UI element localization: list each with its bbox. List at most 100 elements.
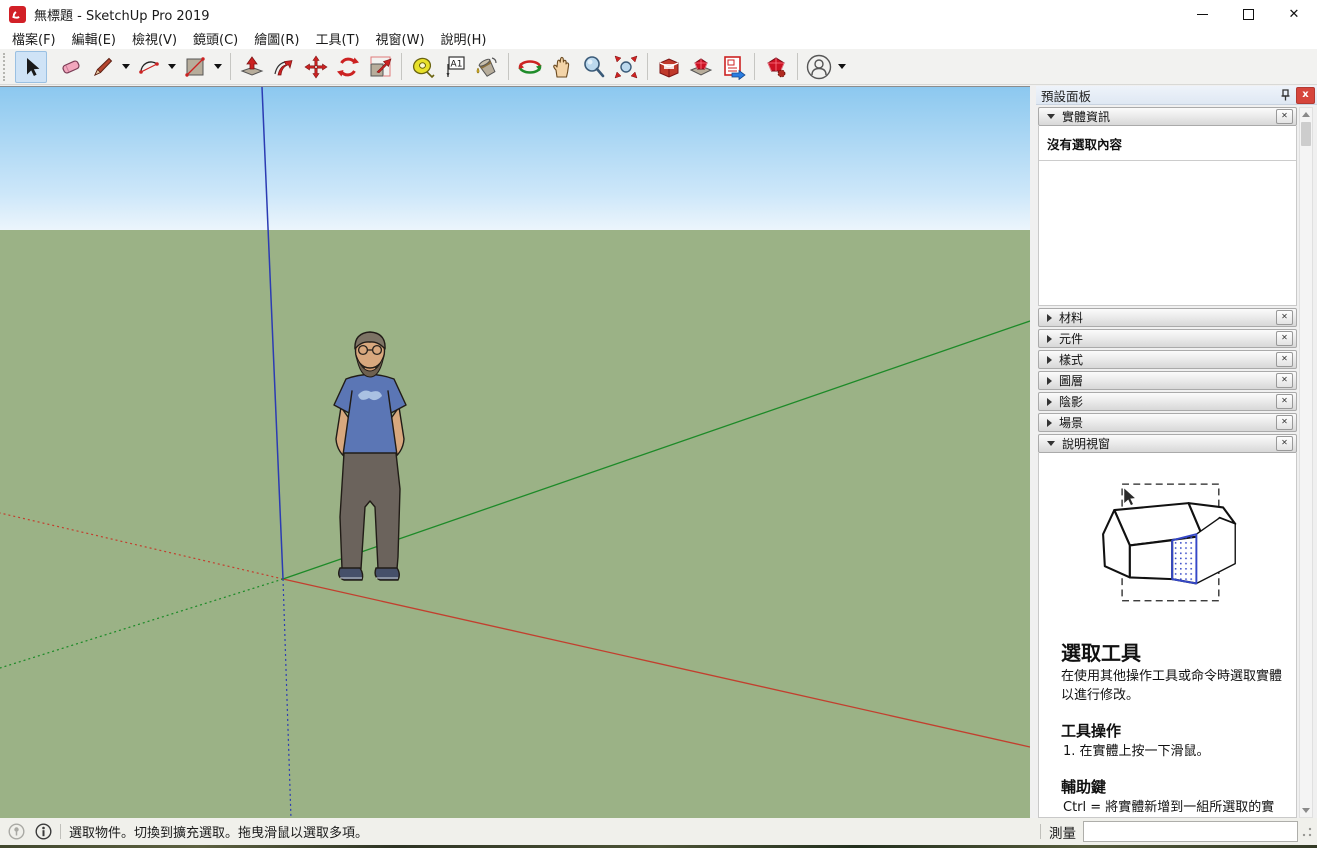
modeling-viewport[interactable] [0, 86, 1030, 819]
menu-camera[interactable]: 鏡頭(C) [185, 27, 246, 50]
section-label: 圖層 [1059, 372, 1276, 389]
instructor-title: 選取工具 [1061, 637, 1284, 666]
followme-tool-button[interactable] [268, 51, 300, 83]
toolbar-separator [797, 53, 798, 80]
panel-header: 預設面板 x [1036, 86, 1317, 105]
move-tool-button[interactable] [300, 51, 332, 83]
section-scenes[interactable]: 場景 ✕ [1038, 413, 1297, 432]
eraser-tool-button[interactable] [55, 51, 87, 83]
arc-tool-dropdown[interactable] [165, 52, 179, 82]
tape-measure-tool-button[interactable] [407, 51, 439, 83]
move-icon [303, 54, 329, 80]
paint-bucket-tool-button[interactable] [471, 51, 503, 83]
expand-triangle-icon [1047, 356, 1052, 364]
expand-triangle-icon [1047, 314, 1052, 322]
section-close-button[interactable]: ✕ [1276, 331, 1293, 346]
select-tool-illustration [1091, 467, 1281, 617]
scale-tool-button[interactable] [364, 51, 396, 83]
panel-close-button[interactable]: x [1296, 87, 1315, 104]
instructor-operation-step: 1. 在實體上按一下滑鼠。 [1063, 743, 1284, 762]
select-tool-button[interactable] [15, 51, 47, 83]
chevron-down-icon [838, 64, 846, 69]
panel-title: 預設面板 [1041, 86, 1276, 105]
sketchup-window: 無標題 - SketchUp Pro 2019 ✕ 檔案(F) 編輯(E) 檢視… [0, 0, 1317, 848]
section-close-button[interactable]: ✕ [1276, 415, 1293, 430]
section-close-button[interactable]: ✕ [1276, 436, 1293, 451]
default-panel-tray: 預設面板 x 實體資訊 ✕ 沒有選取內容 材料 ✕ [1036, 86, 1317, 818]
menu-view[interactable]: 檢視(V) [124, 27, 185, 50]
section-instructor[interactable]: 說明視窗 ✕ [1038, 434, 1297, 453]
close-button[interactable]: ✕ [1271, 0, 1317, 28]
3d-warehouse-icon [656, 54, 682, 80]
tape-measure-icon [410, 54, 436, 80]
pushpull-tool-button[interactable] [236, 51, 268, 83]
section-close-button[interactable]: ✕ [1276, 310, 1293, 325]
shape-tool-button[interactable] [179, 51, 211, 83]
zoom-extents-tool-button[interactable] [610, 51, 642, 83]
account-dropdown[interactable] [835, 52, 849, 82]
line-tool-dropdown[interactable] [119, 52, 133, 82]
menu-edit[interactable]: 編輯(E) [64, 27, 124, 50]
chevron-down-icon [168, 64, 176, 69]
section-label: 樣式 [1059, 351, 1276, 368]
section-close-button[interactable]: ✕ [1276, 352, 1293, 367]
shape-tool-dropdown[interactable] [211, 52, 225, 82]
menu-tools[interactable]: 工具(T) [307, 27, 367, 50]
section-components[interactable]: 元件 ✕ [1038, 329, 1297, 348]
section-close-button[interactable]: ✕ [1276, 394, 1293, 409]
orbit-tool-button[interactable] [514, 51, 546, 83]
menu-draw[interactable]: 繪圖(R) [246, 27, 307, 50]
resize-grip-icon[interactable] [1302, 827, 1312, 837]
section-label: 場景 [1059, 414, 1276, 431]
collapse-triangle-icon [1047, 114, 1055, 119]
menu-file[interactable]: 檔案(F) [4, 27, 64, 50]
statusbar-separator [60, 824, 61, 839]
scrollbar-thumb[interactable] [1301, 122, 1311, 146]
share-model-button[interactable] [685, 51, 717, 83]
zoom-tool-button[interactable] [578, 51, 610, 83]
instructor-description: 在使用其他操作工具或命令時選取實體以進行修改。 [1061, 668, 1284, 706]
rectangle-icon [182, 54, 208, 80]
auto-hide-button[interactable] [1276, 87, 1294, 103]
extension-warehouse-button[interactable] [760, 51, 792, 83]
rotate-tool-button[interactable] [332, 51, 364, 83]
measurements-input[interactable] [1083, 821, 1298, 842]
arc-tool-button[interactable] [133, 51, 165, 83]
toolbar-drag-handle[interactable] [3, 53, 9, 81]
scroll-down-arrow-icon[interactable] [1300, 804, 1312, 817]
expand-triangle-icon [1047, 377, 1052, 385]
credits-info-icon[interactable] [35, 823, 52, 840]
ground-plane [0, 230, 1030, 819]
arc-icon [136, 54, 162, 80]
section-close-button[interactable]: ✕ [1276, 373, 1293, 388]
sketchup-logo-icon [9, 6, 26, 23]
section-layers[interactable]: 圖層 ✕ [1038, 371, 1297, 390]
geolocation-icon[interactable] [8, 823, 25, 840]
toolbar-separator [508, 53, 509, 80]
maximize-icon [1243, 9, 1254, 20]
text-label-icon: A1 [442, 54, 468, 80]
section-styles[interactable]: 樣式 ✕ [1038, 350, 1297, 369]
section-entity-info[interactable]: 實體資訊 ✕ [1038, 107, 1297, 126]
scroll-up-arrow-icon[interactable] [1300, 108, 1312, 121]
line-tool-button[interactable] [87, 51, 119, 83]
section-materials[interactable]: 材料 ✕ [1038, 308, 1297, 327]
account-button[interactable] [803, 51, 835, 83]
instructor-modifier-heading: 輔助鍵 [1061, 776, 1284, 797]
rotate-icon [335, 54, 361, 80]
3d-warehouse-button[interactable] [653, 51, 685, 83]
section-close-button[interactable]: ✕ [1276, 109, 1293, 124]
maximize-button[interactable] [1225, 0, 1271, 28]
menu-window[interactable]: 視窗(W) [368, 27, 433, 50]
minimize-button[interactable] [1179, 0, 1225, 28]
panel-body: 實體資訊 ✕ 沒有選取內容 材料 ✕ 元件 ✕ 樣式 ✕ [1038, 107, 1297, 818]
pan-tool-button[interactable] [546, 51, 578, 83]
extension-warehouse-icon [763, 54, 789, 80]
text-tool-button[interactable]: A1 [439, 51, 471, 83]
menu-help[interactable]: 說明(H) [433, 27, 495, 50]
section-shadows[interactable]: 陰影 ✕ [1038, 392, 1297, 411]
status-bar: 選取物件。切換到擴充選取。拖曳滑鼠以選取多項。 測量 [0, 818, 1317, 845]
send-to-layout-button[interactable] [717, 51, 749, 83]
panel-scrollbar[interactable] [1299, 107, 1313, 818]
followme-icon [271, 54, 297, 80]
